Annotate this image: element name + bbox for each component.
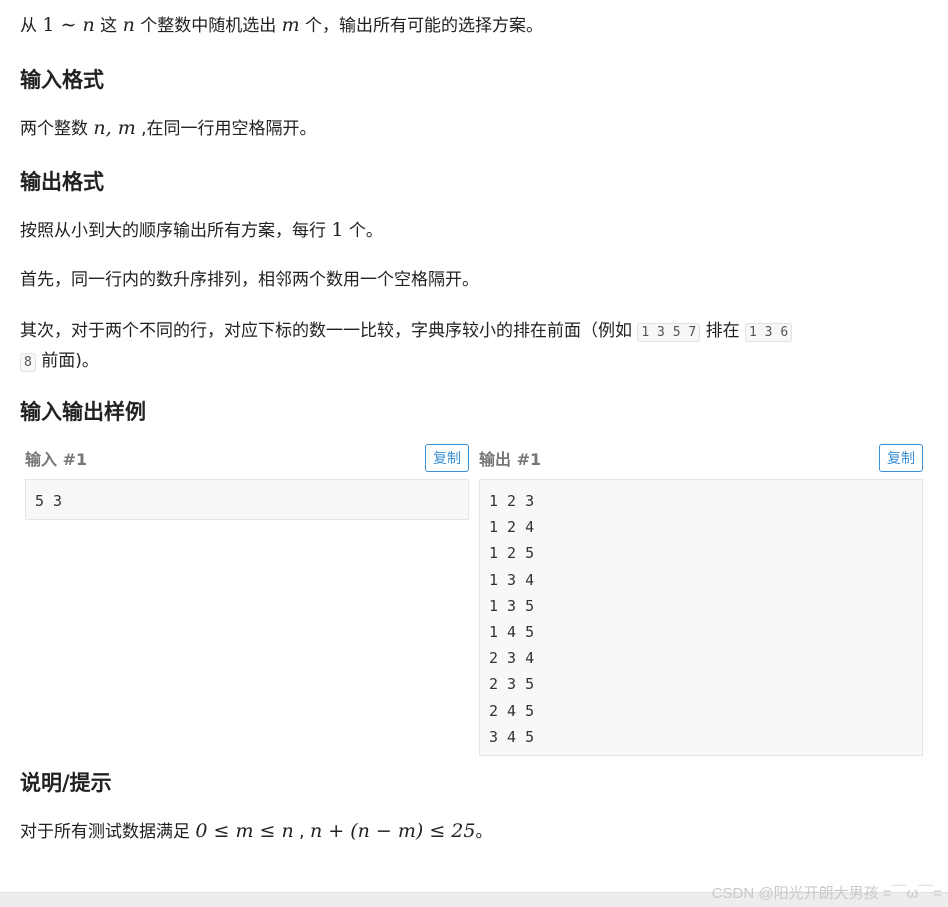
inline-code: 1 3 5 7 [637,323,701,342]
sample-output-header: 输出 #1 复制 [479,443,923,473]
samples-heading: 输入输出样例 [20,400,146,424]
sample-output-label: 输出 #1 [479,450,542,469]
sample-output-box[interactable]: 1 2 3 1 2 4 1 2 5 1 3 4 1 3 5 1 4 5 2 3 … [479,479,923,756]
output-format-text-3-cont: 8 前面)。 [20,346,99,378]
sample-input-line: 5 3 [35,492,63,510]
sample-input-label: 输入 #1 [25,450,88,469]
sample-output-line: 1 3 4 [489,570,535,589]
output-format-text-1: 按照从小到大的顺序输出所有方案，每行 1 个。 [20,219,383,241]
sample-output-line: 1 2 5 [489,544,535,563]
sample-output-line: 1 4 5 [489,622,535,641]
watermark: CSDN @阳光开朗大男孩 =￣ω￣= [711,885,942,902]
input-format-heading: 输入格式 [20,68,104,92]
sample-output-line: 2 4 5 [489,701,535,720]
output-format-text-3: 其次，对于两个不同的行，对应下标的数一一比较，字典序较小的排在前面（例如 1 3… [20,316,793,348]
sample-input-box[interactable]: 5 3 [25,479,469,520]
sample-output-line: 2 3 4 [489,649,535,668]
inline-code: 8 [20,353,36,372]
sample-output-line: 1 3 5 [489,596,535,615]
sample-output-line: 2 3 5 [489,675,535,694]
copy-output-button[interactable]: 复制 [879,444,923,472]
description: 从 1 ∼ n 这 n 个整数中随机选出 m 个，输出所有可能的选择方案。 [20,14,544,36]
sample-output-line: 1 2 4 [489,518,535,537]
output-format-heading: 输出格式 [20,170,104,194]
inline-code: 1 3 6 [745,323,793,342]
hint-heading: 说明/提示 [20,771,112,795]
input-format-text: 两个整数 n, m ,在同一行用空格隔开。 [20,117,317,139]
sample-output-line: 1 2 3 [489,492,535,510]
output-format-text-2: 首先，同一行内的数升序排列，相邻两个数用一个空格隔开。 [20,270,479,290]
sample-input-header: 输入 #1 复制 [25,443,469,473]
hint-text: 对于所有测试数据满足 0 ≤ m ≤ n , n + (n − m) ≤ 25。 [20,820,493,842]
copy-input-button[interactable]: 复制 [425,444,469,472]
sample-output-line: 3 4 5 [489,727,535,746]
